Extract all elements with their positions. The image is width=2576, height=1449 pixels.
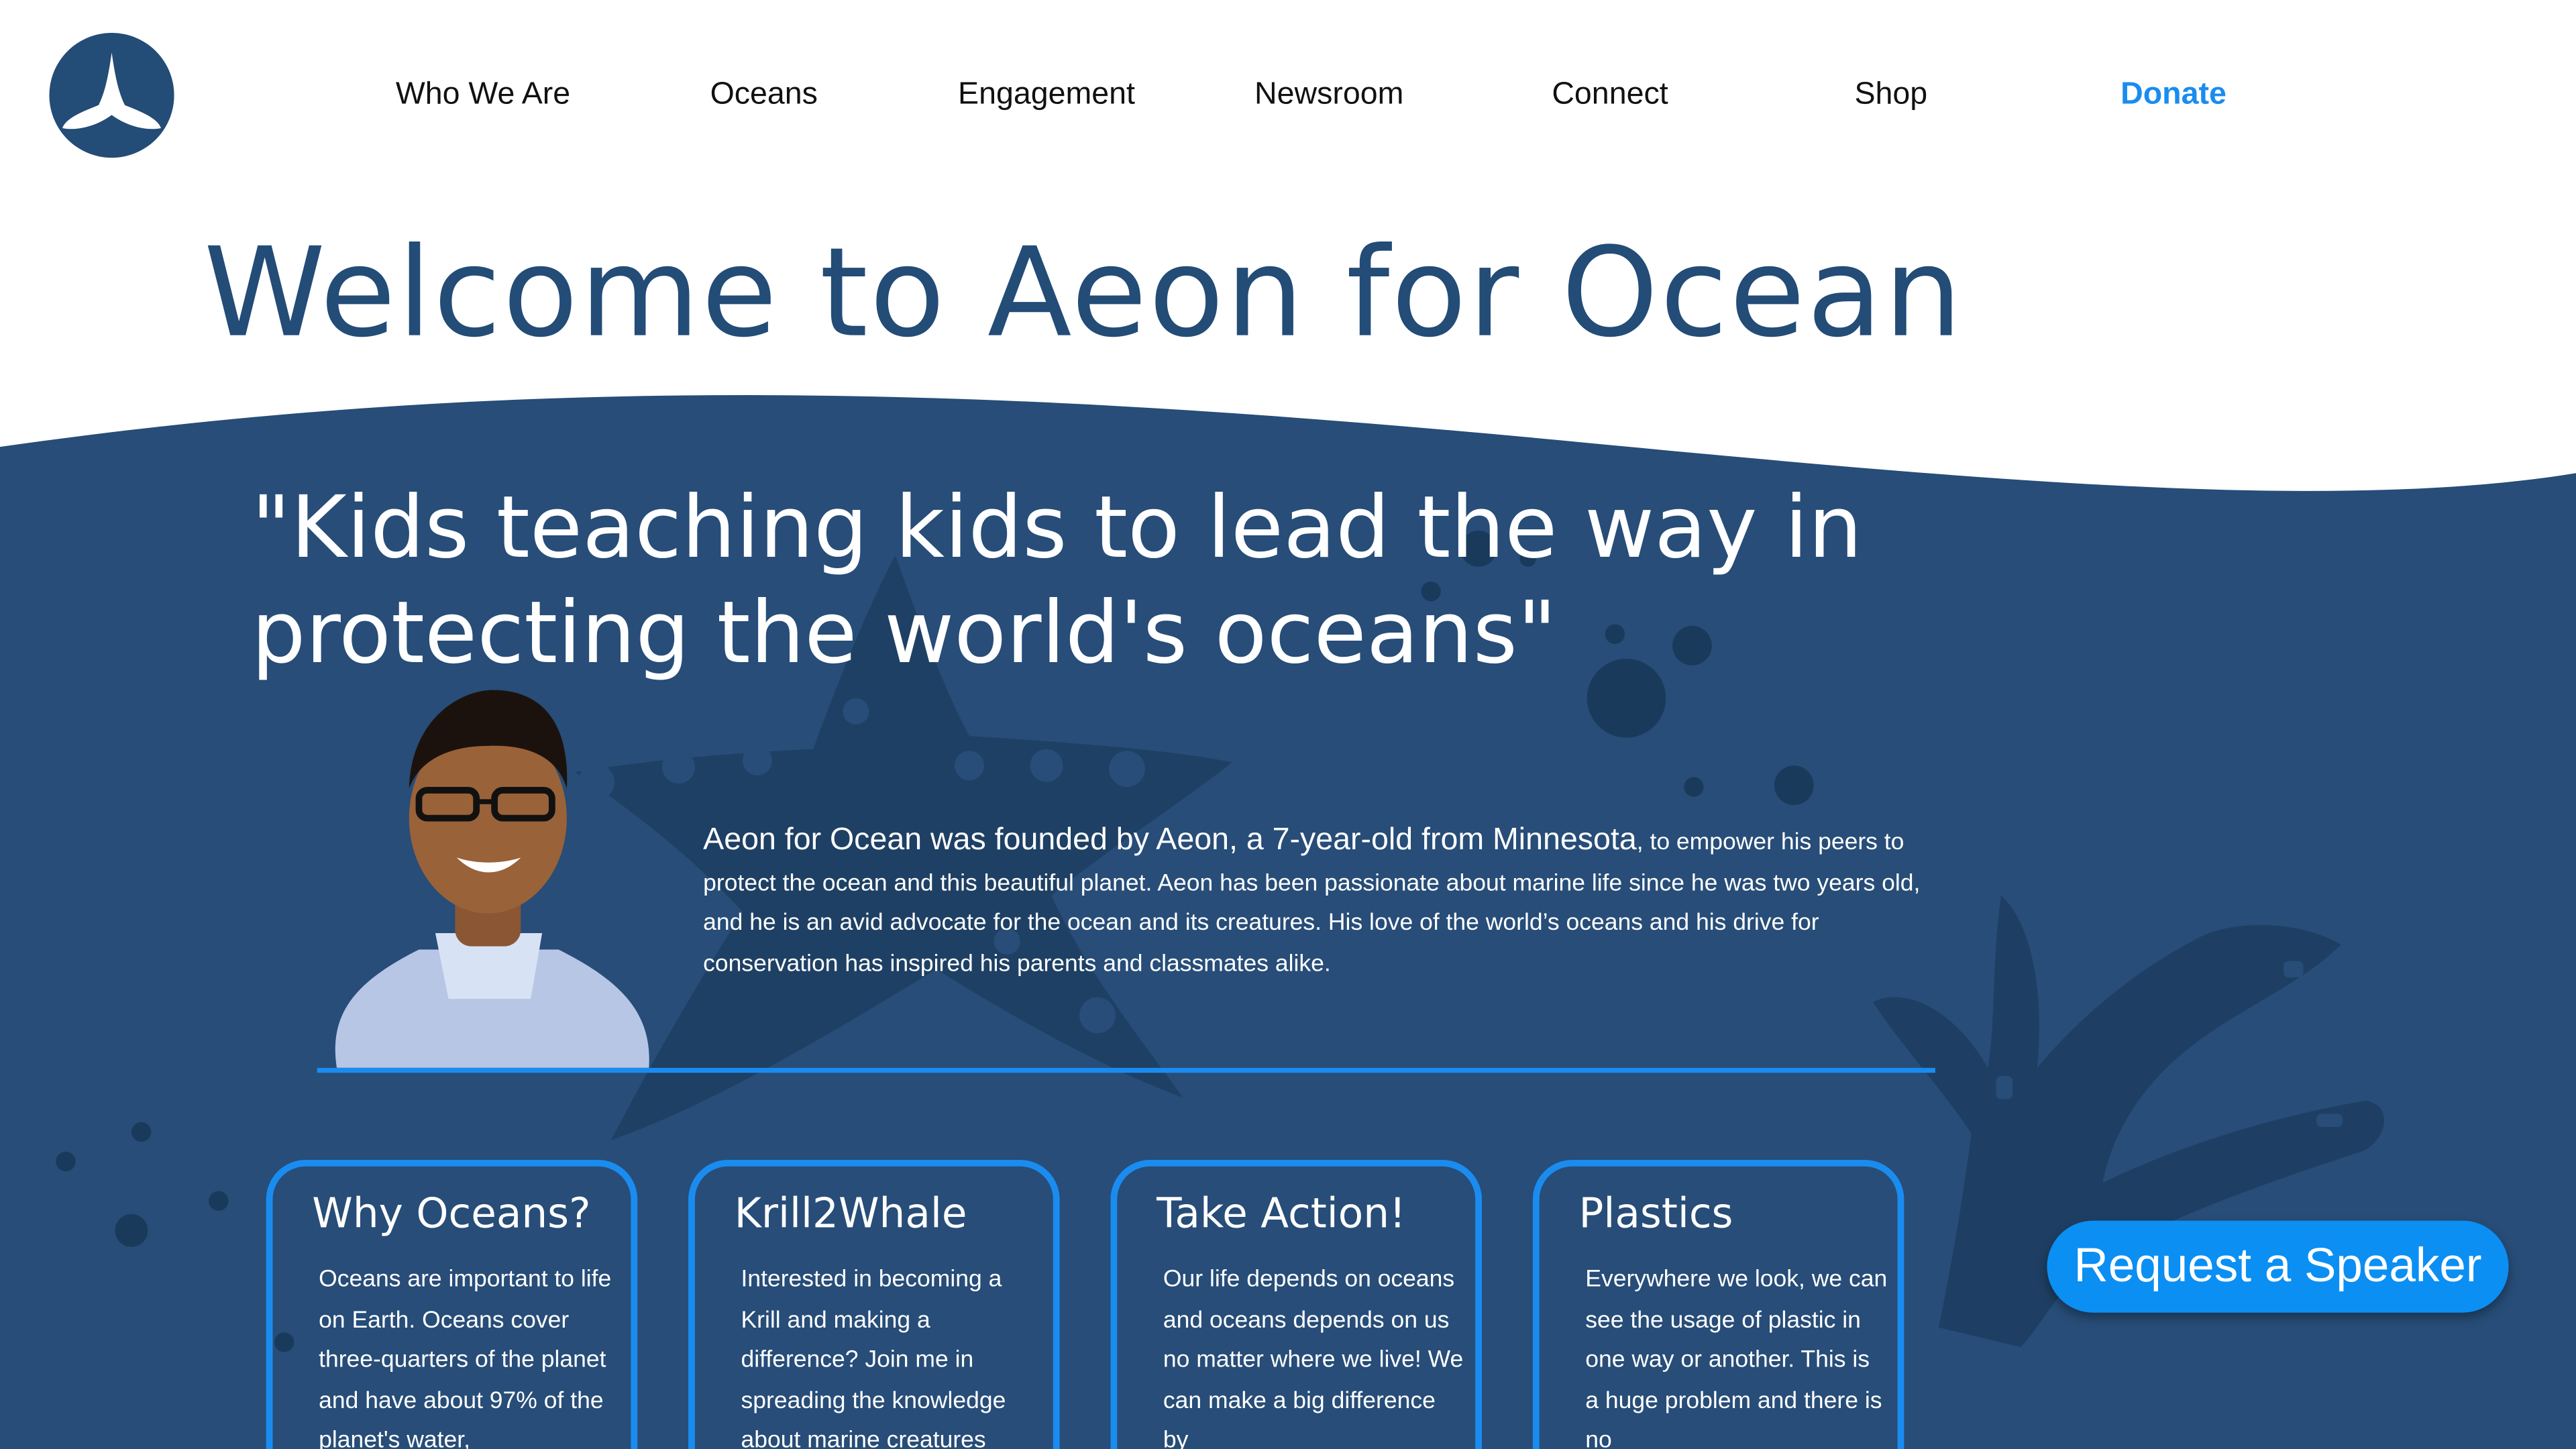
nav-engagement[interactable]: Engagement	[958, 76, 1135, 119]
nav-oceans[interactable]: Oceans	[710, 76, 818, 119]
quote-line-1: "Kids teaching kids to lead the way in	[251, 480, 1863, 579]
card-take-action[interactable]: Take Action! Our life depends on oceans …	[1110, 1159, 1482, 1449]
card-krill2whale[interactable]: Krill2Whale Interested in becoming a Kri…	[688, 1159, 1060, 1449]
card-body: Interested in becoming a Krill and makin…	[741, 1267, 1006, 1449]
founder-portrait	[335, 690, 649, 1068]
page-title: Welcome to Aeon for Ocean	[203, 220, 1964, 365]
request-speaker-button[interactable]: Request a Speaker	[2047, 1220, 2509, 1313]
card-title: Krill2Whale	[734, 1189, 967, 1238]
section-divider	[317, 1067, 1935, 1073]
mission-quote: "Kids teaching kids to lead the way in p…	[252, 476, 1976, 686]
card-body: Our life depends on oceans and oceans de…	[1163, 1267, 1464, 1449]
card-title: Plastics	[1578, 1189, 1733, 1238]
whale-tail-logo-icon[interactable]	[49, 32, 174, 158]
about-lead: Aeon for Ocean was founded by Aeon, a 7-…	[703, 822, 1637, 858]
nav-shop[interactable]: Shop	[1854, 76, 1927, 119]
nav-who-we-are[interactable]: Who We Are	[396, 76, 570, 119]
card-title: Take Action!	[1157, 1189, 1406, 1238]
about-paragraph: Aeon for Ocean was founded by Aeon, a 7-…	[703, 821, 1951, 983]
card-plastics[interactable]: Plastics Everywhere we look, we can see …	[1532, 1159, 1904, 1449]
nav-newsroom[interactable]: Newsroom	[1254, 76, 1403, 119]
card-title: Why Oceans?	[312, 1189, 591, 1238]
quote-line-2: protecting the world's oceans"	[251, 584, 1557, 684]
card-why-oceans[interactable]: Why Oceans? Oceans are important to life…	[266, 1159, 638, 1449]
card-body: Oceans are important to life on Earth. O…	[319, 1267, 612, 1449]
card-body: Everywhere we look, we can see the usage…	[1585, 1267, 1888, 1449]
nav-connect[interactable]: Connect	[1552, 76, 1668, 119]
nav-donate[interactable]: Donate	[2121, 76, 2226, 119]
